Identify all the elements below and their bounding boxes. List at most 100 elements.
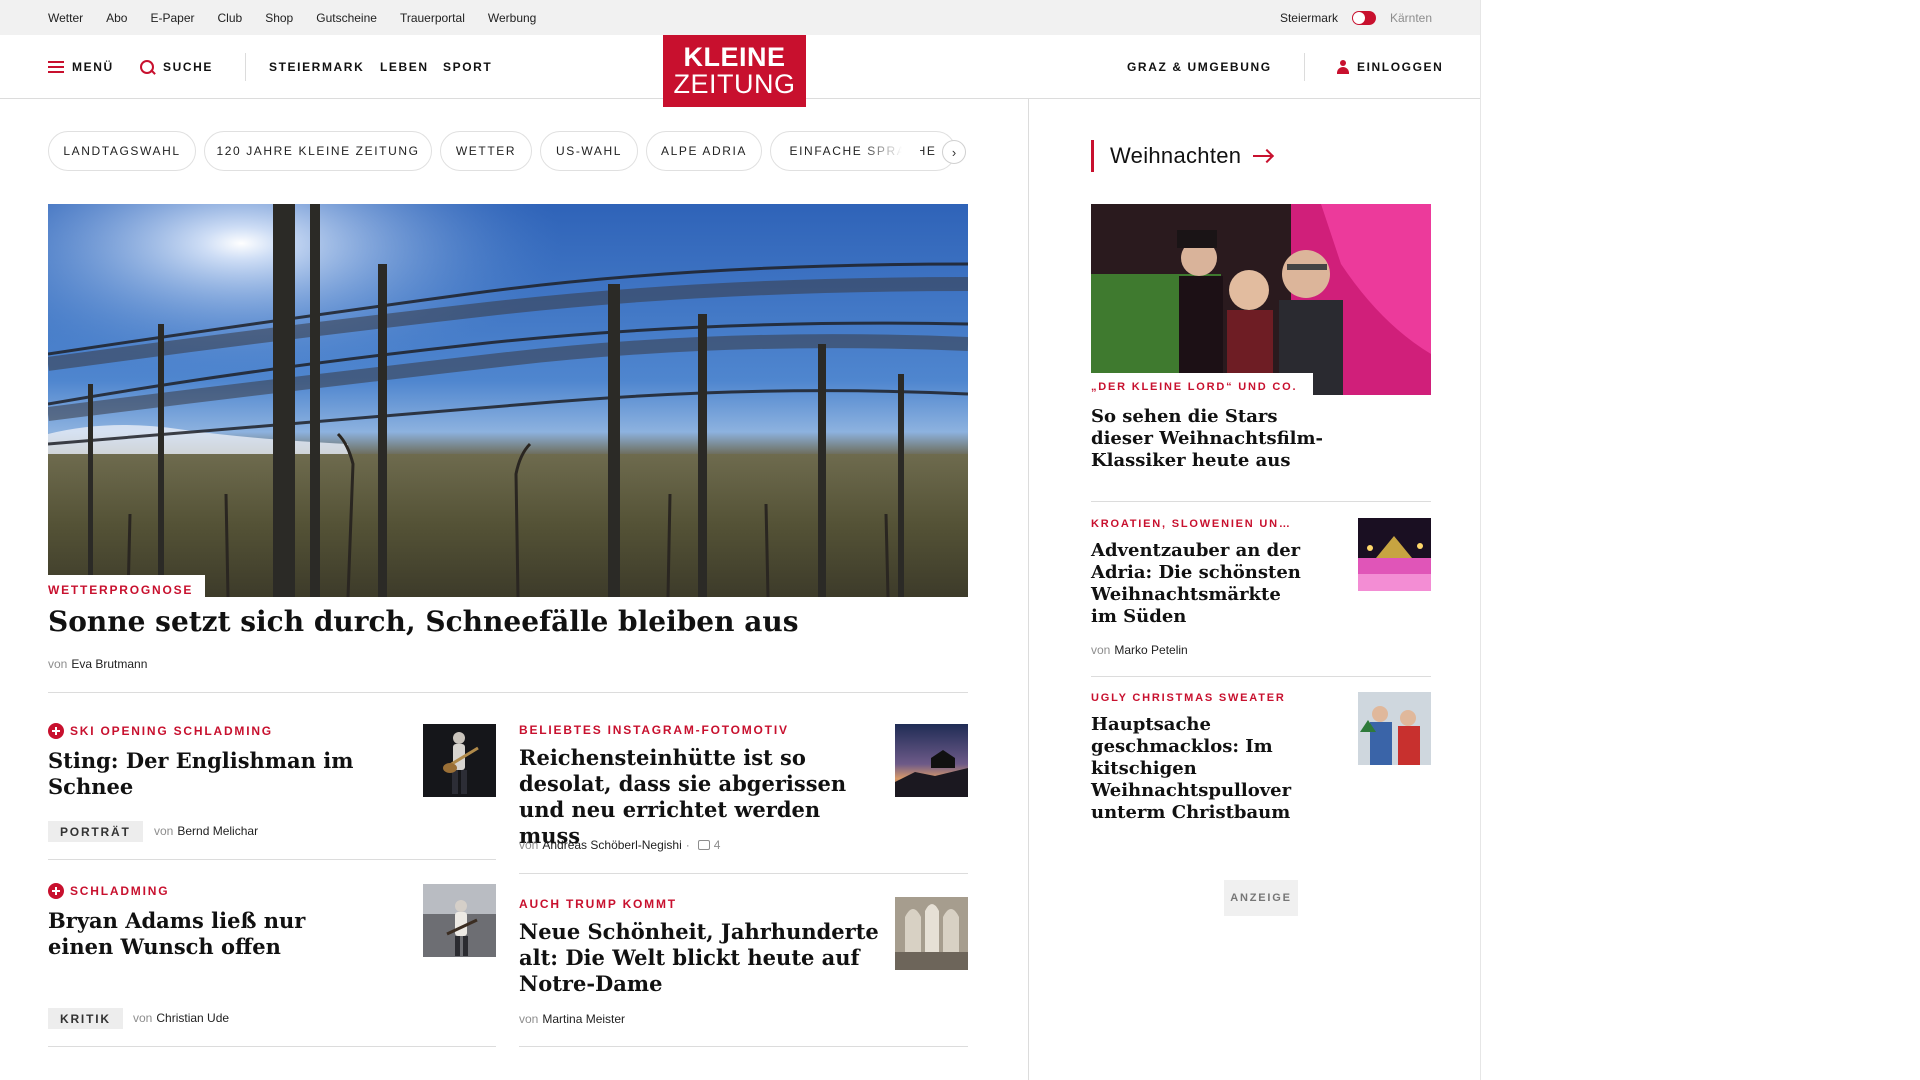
- sidebar-lead-image[interactable]: [1091, 204, 1431, 395]
- christmas-market-photo-icon: [1358, 518, 1431, 591]
- search-icon: [140, 59, 155, 75]
- teaser-thumbnail[interactable]: [423, 884, 496, 957]
- region-steiermark[interactable]: Steiermark: [1280, 11, 1338, 25]
- teaser-kicker[interactable]: AUCH TRUMP KOMMT: [519, 897, 677, 911]
- concert-photo-icon: [423, 884, 496, 957]
- sidebar-item-thumbnail[interactable]: [1358, 518, 1431, 591]
- byline-prefix: von: [519, 1012, 539, 1026]
- topic-pills: LANDTAGSWAHL 120 JAHRE KLEINE ZEITUNG WE…: [48, 131, 968, 171]
- mountain-hut-photo-icon: [895, 724, 968, 797]
- arrow-right-icon: [1253, 150, 1273, 162]
- teaser-kicker[interactable]: BELIEBTES INSTAGRAM-FOTOMOTIV: [519, 723, 789, 737]
- teaser-author[interactable]: Andreas Schöberl-Negishi: [542, 838, 681, 852]
- sidebar-item-kicker[interactable]: UGLY CHRISTMAS SWEATER: [1091, 692, 1286, 704]
- hero-kicker-tab: WETTERPROGNOSE: [48, 575, 206, 597]
- utility-links: Wetter Abo E-Paper Club Shop Gutscheine …: [48, 0, 559, 35]
- utility-link-epaper[interactable]: E-Paper: [150, 11, 194, 25]
- sidebar-item-headline[interactable]: Hauptsache geschmacklos: Im kitschigen W…: [1091, 714, 1351, 824]
- kleine-zeitung-logo[interactable]: KLEINE ZEITUNG: [663, 35, 806, 107]
- pills-fade: [860, 132, 920, 170]
- teaser-kicker[interactable]: SCHLADMING: [48, 883, 169, 899]
- utility-link-gutscheine[interactable]: Gutscheine: [316, 11, 377, 25]
- sidebar-item-byline: von Marko Petelin: [1091, 643, 1188, 657]
- teaser-author[interactable]: Christian Ude: [156, 1011, 229, 1025]
- column-divider: [1028, 99, 1029, 1080]
- teaser-kicker-text: SKI OPENING SCHLADMING: [70, 724, 273, 738]
- divider: [1091, 501, 1431, 502]
- utility-link-werbung[interactable]: Werbung: [488, 11, 536, 25]
- hero-kicker[interactable]: WETTERPROGNOSE: [48, 583, 193, 597]
- sidebar-lead-headline[interactable]: So sehen die Stars dieser Weihnachtsfilm…: [1091, 406, 1331, 472]
- topic-pill[interactable]: WETTER: [440, 131, 532, 171]
- teaser-author[interactable]: Martina Meister: [542, 1012, 625, 1026]
- utility-link-wetter[interactable]: Wetter: [48, 11, 83, 25]
- hero-author[interactable]: Eva Brutmann: [71, 657, 147, 671]
- nav-divider-right: [1304, 53, 1305, 81]
- content-right-edge: [1480, 0, 1481, 1080]
- logo-line-2: ZEITUNG: [673, 69, 796, 99]
- user-icon: [1337, 60, 1349, 74]
- teaser-thumbnail[interactable]: [423, 724, 496, 797]
- divider: [1091, 676, 1431, 677]
- teaser-kicker-text: SCHLADMING: [70, 884, 170, 898]
- byline-prefix: von: [1091, 643, 1111, 657]
- hero-headline[interactable]: Sonne setzt sich durch, Schneefälle blei…: [48, 604, 968, 640]
- nav-sport[interactable]: SPORT: [443, 35, 492, 99]
- region-toggle[interactable]: [1351, 10, 1376, 25]
- nav-leben[interactable]: LEBEN: [380, 35, 429, 99]
- topic-pill[interactable]: 120 JAHRE KLEINE ZEITUNG: [204, 131, 432, 171]
- teaser-byline: von Martina Meister: [519, 1012, 625, 1026]
- christmas-movie-photo: [1091, 204, 1431, 395]
- utility-link-trauerportal[interactable]: Trauerportal: [400, 11, 465, 25]
- region-kaernten[interactable]: Kärnten: [1390, 11, 1432, 25]
- teaser-badge: PORTRÄT: [48, 821, 143, 842]
- hamburger-icon: [48, 61, 64, 73]
- teaser-byline: von Christian Ude: [133, 1011, 229, 1025]
- region-switch: Steiermark Kärnten: [1280, 0, 1432, 35]
- teaser-thumbnail[interactable]: [895, 897, 968, 970]
- plus-premium-icon: [48, 723, 64, 739]
- divider: [48, 1046, 496, 1047]
- search-button[interactable]: SUCHE: [140, 35, 213, 99]
- sidebar-item-kicker[interactable]: KROATIEN, SLOWENIEN UN…: [1091, 518, 1292, 530]
- teaser-headline[interactable]: Sting: Der Englishman im Schnee: [48, 748, 408, 800]
- menu-button[interactable]: MENÜ: [48, 35, 114, 99]
- teaser-badge: KRITIK: [48, 1008, 123, 1029]
- teaser-kicker-text: BELIEBTES INSTAGRAM-FOTOMOTIV: [519, 723, 789, 737]
- main-navigation: MENÜ SUCHE STEIERMARK LEBEN SPORT KLEINE…: [0, 35, 1480, 107]
- teaser-kicker[interactable]: SKI OPENING SCHLADMING: [48, 723, 273, 739]
- login-label: EINLOGGEN: [1357, 60, 1444, 74]
- teaser-thumbnail[interactable]: [895, 724, 968, 797]
- nav-graz-umgebung[interactable]: GRAZ & UMGEBUNG: [1127, 35, 1272, 99]
- nav-steiermark[interactable]: STEIERMARK: [269, 35, 364, 99]
- divider: [519, 1046, 968, 1047]
- byline-prefix: von: [154, 824, 174, 838]
- teaser-headline[interactable]: Neue Schönheit, Jahrhunderte alt: Die We…: [519, 919, 879, 997]
- utility-link-shop[interactable]: Shop: [265, 11, 293, 25]
- sidebar-lead-kicker[interactable]: „DER KLEINE LORD“ UND CO.: [1091, 381, 1297, 393]
- topic-pill[interactable]: US-WAHL: [540, 131, 638, 171]
- section-header-weihnachten[interactable]: Weihnachten: [1091, 140, 1273, 172]
- advertisement-label: ANZEIGE: [1224, 880, 1298, 916]
- comment-icon[interactable]: [697, 840, 710, 850]
- teaser-kicker-text: AUCH TRUMP KOMMT: [519, 897, 677, 911]
- sidebar-item-author[interactable]: Marko Petelin: [1114, 643, 1187, 657]
- divider: [48, 692, 968, 693]
- utility-bar: Wetter Abo E-Paper Club Shop Gutscheine …: [0, 0, 1480, 35]
- login-button[interactable]: EINLOGGEN: [1337, 35, 1443, 99]
- sidebar-item-thumbnail[interactable]: [1358, 692, 1431, 765]
- pills-next-button[interactable]: ›: [942, 140, 966, 164]
- teaser-headline[interactable]: Reichensteinhütte ist so desolat, dass s…: [519, 745, 879, 849]
- page: Wetter Abo E-Paper Club Shop Gutscheine …: [0, 0, 1920, 1080]
- comment-count[interactable]: 4: [714, 838, 721, 852]
- sidebar-item-headline[interactable]: Adventzauber an der Adria: Die schönsten…: [1091, 540, 1311, 628]
- utility-link-club[interactable]: Club: [218, 11, 243, 25]
- topic-pill[interactable]: LANDTAGSWAHL: [48, 131, 196, 171]
- cathedral-interior-photo-icon: [895, 897, 968, 970]
- teaser-author[interactable]: Bernd Melichar: [177, 824, 258, 838]
- utility-link-abo[interactable]: Abo: [106, 11, 127, 25]
- topic-pill[interactable]: ALPE ADRIA: [646, 131, 762, 171]
- teaser-headline[interactable]: Bryan Adams ließ nur einen Wunsch offen: [48, 908, 338, 960]
- hero-image-vineyard[interactable]: [48, 204, 968, 597]
- plus-premium-icon: [48, 883, 64, 899]
